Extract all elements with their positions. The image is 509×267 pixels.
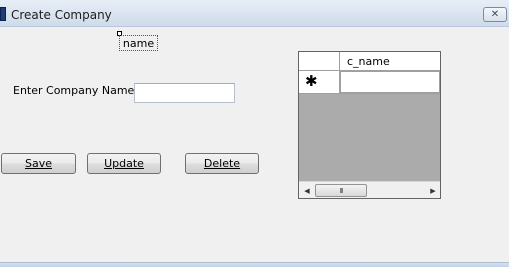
scroll-left-icon[interactable]: ◀ [302, 186, 312, 195]
app-icon [0, 7, 6, 21]
close-button[interactable]: ✕ [483, 7, 507, 22]
title-bar: Create Company ✕ [0, 0, 509, 27]
name-label: name [119, 35, 158, 51]
c-name-cell[interactable] [340, 71, 440, 93]
company-grid[interactable]: c_name ✱ ◀ III ▶ [298, 51, 441, 199]
company-name-label: Enter Company Name : [13, 84, 142, 97]
grid-header: c_name [299, 52, 440, 71]
save-button-label: Save [24, 157, 52, 170]
window-title: Create Company [11, 8, 112, 22]
scroll-thumb[interactable]: III [315, 184, 367, 197]
update-button[interactable]: Update [87, 153, 161, 174]
column-header-c-name[interactable]: c_name [347, 55, 390, 68]
save-button[interactable]: Save [1, 153, 76, 174]
update-button-label: Update [104, 157, 144, 170]
new-row[interactable]: ✱ [299, 71, 440, 94]
grid-corner-cell[interactable] [299, 52, 340, 71]
company-name-input[interactable] [134, 83, 235, 103]
delete-button[interactable]: Delete [185, 153, 259, 174]
scroll-right-icon[interactable]: ▶ [428, 186, 438, 195]
row-header[interactable]: ✱ [299, 71, 340, 93]
window-bottom-border [0, 262, 509, 267]
new-row-icon: ✱ [305, 72, 318, 90]
horizontal-scrollbar[interactable]: ◀ III ▶ [299, 181, 440, 198]
delete-button-label: Delete [203, 157, 241, 170]
